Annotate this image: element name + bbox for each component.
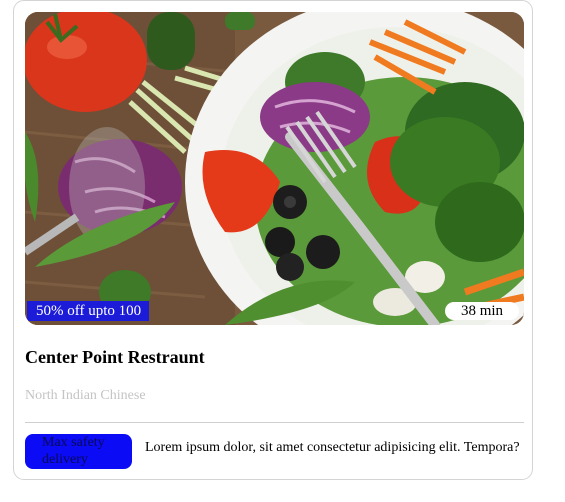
cuisine-text: North Indian Chinese (25, 388, 146, 403)
restaurant-name[interactable]: Center Point Restraunt (25, 346, 205, 368)
offer-badge: 50% off upto 100 (27, 301, 150, 321)
safety-description: Lorem ipsum dolor, sit amet consectetur … (145, 440, 520, 455)
restaurant-card[interactable]: 50% off upto 100 38 min Center Point Res… (13, 0, 533, 480)
restaurant-photo[interactable]: 50% off upto 100 38 min (25, 12, 524, 325)
safety-badge: Max safety delivery (25, 434, 132, 469)
divider (25, 422, 524, 423)
salad-image (25, 12, 524, 325)
delivery-time-badge: 38 min (445, 302, 519, 320)
